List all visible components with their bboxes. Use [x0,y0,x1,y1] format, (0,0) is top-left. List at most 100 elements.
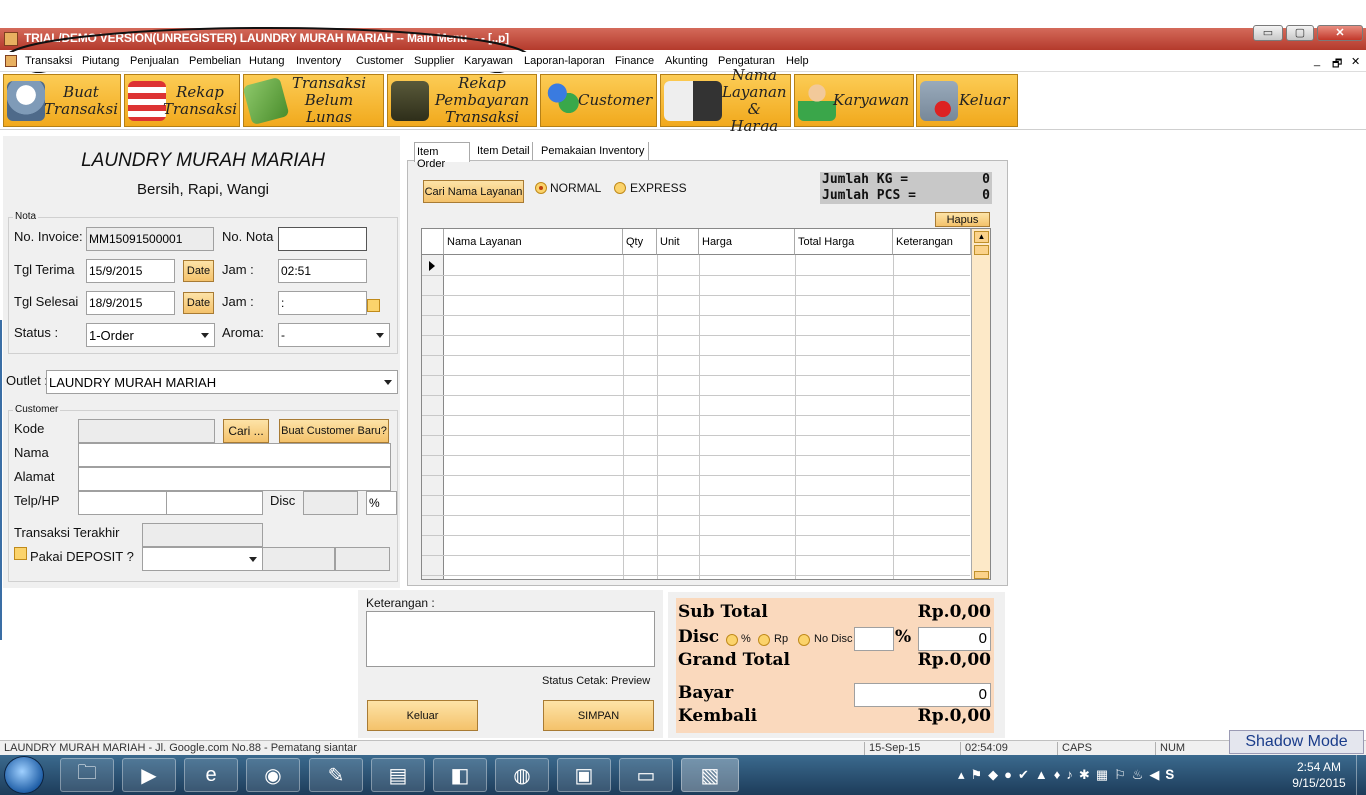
disc-percent-sign: % [895,627,912,647]
normal-radio[interactable] [535,182,547,194]
alamat-input[interactable] [78,467,391,491]
bayar-input[interactable]: 0 [854,683,991,707]
telp-input[interactable] [78,491,167,515]
start-button[interactable] [4,756,44,794]
mdi-close-button[interactable]: ✕ [1351,55,1360,68]
shadow-mode-button[interactable]: Shadow Mode [1229,730,1364,754]
tgl-terima-input[interactable]: 15/9/2015 [86,259,175,283]
explorer-icon[interactable]: 🗀 [60,758,114,792]
tab-pemakaian-inventory[interactable]: Pemakaian Inventory [539,142,649,160]
col-unit[interactable]: Unit [657,229,699,255]
menu-pembelian[interactable]: Pembelian [189,55,241,67]
rekap-transaksi-button[interactable]: Rekap Transaksi [124,74,240,127]
rekap-pembayaran-button[interactable]: Rekap Pembayaran Transaksi [387,74,537,127]
nama-layanan-button[interactable]: Nama Layanan & Harga [660,66,791,134]
keterangan-textarea[interactable] [366,611,655,667]
menu-help[interactable]: Help [786,55,809,67]
outlet-value: LAUNDRY MURAH MARIAH [49,375,217,390]
cari-nama-layanan-button[interactable]: Cari Nama Layanan [423,180,524,203]
tgl-selesai-input[interactable]: 18/9/2015 [86,291,175,315]
media-player-icon[interactable]: ▶ [122,758,176,792]
pakai-deposit-checkbox[interactable] [14,547,27,560]
menu-hutang[interactable]: Hutang [249,55,284,67]
cari-customer-button[interactable]: Cari ... [223,419,269,443]
disc-rp-radio[interactable] [758,634,770,646]
menu-finance[interactable]: Finance [615,55,654,67]
grid-hline [422,455,970,456]
sticky-notes-icon[interactable]: ◧ [433,758,487,792]
aroma-select[interactable]: - [278,323,390,347]
col-keterangan[interactable]: Keterangan [893,229,971,255]
col-harga[interactable]: Harga [699,229,795,255]
buat-customer-baru-button[interactable]: Buat Customer Baru? [279,419,389,443]
menu-transaksi[interactable]: Transaksi [25,55,72,67]
tray-icons[interactable]: ▴⚑◆●✔▲♦♪✱▦⚐♨◀𝐒 [958,767,1278,783]
nama-input[interactable] [78,443,391,467]
keluar-button[interactable]: Keluar [367,700,478,731]
karyawan-button[interactable]: Karyawan [794,74,914,127]
remote-desktop-icon[interactable]: ▣ [557,758,611,792]
deposit-select[interactable] [142,547,263,571]
rekap-transaksi-label: Rekap Transaksi [163,82,238,118]
jam-selesai-input[interactable]: : [278,291,367,315]
nama-label: Nama [14,445,49,460]
outlet-select[interactable]: LAUNDRY MURAH MARIAH [46,370,398,394]
scroll-down-icon[interactable] [974,571,989,579]
hapus-button[interactable]: Hapus [935,212,990,227]
no-nota-input[interactable] [278,227,367,251]
grid-hline [422,515,970,516]
disc-percent-radio[interactable] [726,634,738,646]
firefox-icon[interactable]: ◉ [246,758,300,792]
outlet-label: Outlet : [6,373,48,388]
scroll-up-icon[interactable]: ▲ [974,231,989,243]
app-window-icon[interactable]: ▤ [371,758,425,792]
scroll-thumb[interactable] [974,245,989,255]
status-select[interactable]: 1-Order [86,323,215,347]
menu-laporan[interactable]: Laporan-laporan [524,55,605,67]
simpan-button[interactable]: SIMPAN [543,700,654,731]
mdi-restore-button[interactable]: 🗗 [1332,55,1342,74]
sub-total-value: Rp.0,00 [917,602,991,622]
tab-item-order[interactable]: Item Order [414,142,470,170]
mdi-minimize-button[interactable]: _ [1314,55,1320,67]
menu-piutang[interactable]: Piutang [82,55,119,67]
col-qty[interactable]: Qty [623,229,657,255]
jam-terima-input[interactable]: 02:51 [278,259,367,283]
customer-button[interactable]: Customer [540,74,657,127]
express-radio[interactable] [614,182,626,194]
grid-scrollbar[interactable]: ▲ [971,229,990,579]
order-grid[interactable]: Nama Layanan Qty Unit Harga Total Harga … [421,228,991,580]
no-disc-radio[interactable] [798,634,810,646]
tab-item-detail[interactable]: Item Detail [475,142,533,160]
tgl-terima-date-button[interactable]: Date [183,260,214,282]
menu-bar: Transaksi Piutang Penjualan Pembelian Hu… [0,52,1366,72]
tgl-selesai-date-button[interactable]: Date [183,292,214,314]
grid-vline [623,255,624,579]
menu-inventory[interactable]: Inventory [296,55,341,67]
transaksi-belum-lunas-button[interactable]: Transaksi Belum Lunas [242,74,384,127]
menu-penjualan[interactable]: Penjualan [130,55,179,67]
keluar-toolbar-button[interactable]: Keluar [916,74,1018,127]
screen-capture-icon[interactable]: ▭ [619,758,673,792]
laundry-app-icon[interactable]: ▧ [681,758,739,792]
buat-transaksi-button[interactable]: Buat Transaksi [3,74,121,127]
jam-selesai-checkbox[interactable] [367,299,380,312]
maximize-button[interactable]: ▢ [1286,25,1314,41]
minimize-button[interactable]: ▭ [1253,25,1283,41]
menu-akunting[interactable]: Akunting [665,55,708,67]
globe-icon[interactable]: ◍ [495,758,549,792]
hp-input[interactable] [166,491,263,515]
menu-supplier[interactable]: Supplier [414,55,454,67]
jumlah-pcs-label: Jumlah PCS = [822,188,916,203]
menu-customer[interactable]: Customer [356,55,404,67]
close-button[interactable]: ✕ [1317,25,1363,41]
show-desktop-button[interactable] [1356,755,1366,795]
internet-explorer-icon[interactable]: e [184,758,238,792]
disc-value-input[interactable]: 0 [918,627,991,651]
col-nama-layanan[interactable]: Nama Layanan [444,229,623,255]
deposit-field-1 [262,547,335,571]
disc-percent-input[interactable] [854,627,894,651]
menu-karyawan[interactable]: Karyawan [464,55,513,67]
col-total-harga[interactable]: Total Harga [795,229,893,255]
notepad-icon[interactable]: ✎ [309,758,363,792]
